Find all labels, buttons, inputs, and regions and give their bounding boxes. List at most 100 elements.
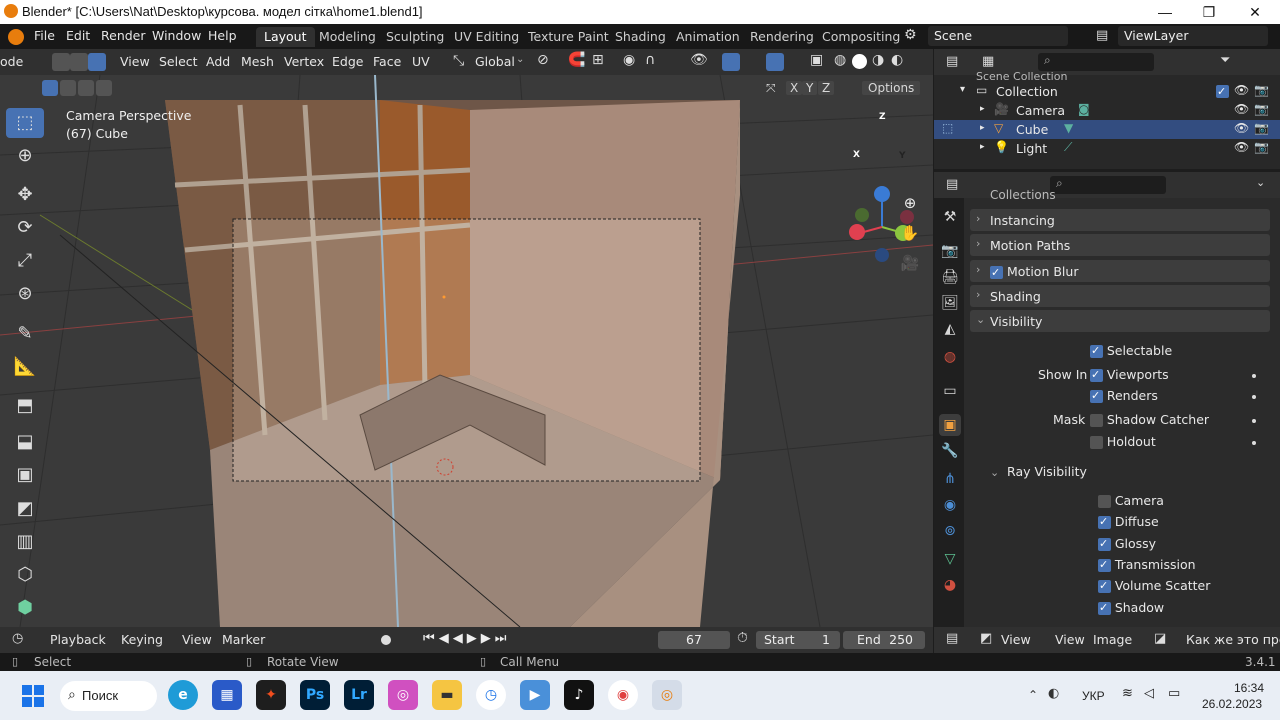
menu-view[interactable]: View xyxy=(120,54,150,69)
motion-blur-checkbox[interactable] xyxy=(990,266,1003,279)
image-view-dropdown[interactable]: View xyxy=(1001,632,1031,647)
render-tab-icon[interactable]: 📷 xyxy=(939,240,961,262)
tiktok-icon[interactable]: ♪ xyxy=(564,680,594,710)
photoshop-icon[interactable]: Ps xyxy=(300,680,330,710)
render-camera-icon[interactable]: 📷 xyxy=(1254,140,1269,154)
inset-tool[interactable]: ▣ xyxy=(6,460,44,490)
tool-tab-icon[interactable]: ⚒ xyxy=(939,206,961,228)
chrome-icon[interactable]: ◉ xyxy=(608,680,638,710)
volume-icon[interactable]: ◁ xyxy=(1144,686,1154,701)
collections-panel-label[interactable]: Collections xyxy=(990,188,1056,202)
shadow-catcher-row[interactable]: Shadow Catcher xyxy=(1090,412,1209,427)
menu-mesh[interactable]: Mesh xyxy=(241,54,274,69)
ray-visibility-subpanel[interactable]: ⌄ Ray Visibility xyxy=(990,464,1087,479)
move-tool[interactable]: ✥ xyxy=(6,180,44,210)
ray-glossy-checkbox[interactable] xyxy=(1098,538,1111,551)
viewlayer-icon[interactable]: ▤ xyxy=(1096,28,1108,43)
image-name-field[interactable]: Как же это прек xyxy=(1186,632,1280,647)
tab-sculpting[interactable]: Sculpting xyxy=(378,27,452,47)
ray-volume-scatter-checkbox[interactable] xyxy=(1098,580,1111,593)
eye-icon[interactable]: 👁 xyxy=(1234,140,1249,154)
world-tab-icon[interactable]: ◍ xyxy=(939,346,961,368)
viewlayer-selector[interactable]: ViewLayer xyxy=(1118,26,1268,46)
select-new-icon[interactable] xyxy=(42,80,58,96)
panel-motion-paths[interactable]: › Motion Paths xyxy=(970,234,1270,256)
windows-start-icon[interactable] xyxy=(22,685,44,707)
collapse-icon[interactable]: ▾ xyxy=(960,84,965,95)
input-language-indicator[interactable]: УКР xyxy=(1082,689,1105,703)
minimize-button[interactable]: — xyxy=(1142,0,1188,24)
data-tab-icon[interactable]: ▽ xyxy=(939,548,961,570)
menu-marker[interactable]: Marker xyxy=(222,632,265,647)
select-box-tool[interactable]: ⬚ xyxy=(6,108,44,138)
particles-tab-icon[interactable]: ⋔ xyxy=(939,468,961,490)
eye-icon[interactable]: 👁 xyxy=(1234,102,1249,116)
start-frame-field[interactable]: Start 1 xyxy=(756,631,840,649)
material-tab-icon[interactable]: ◕ xyxy=(939,574,961,596)
menu-select[interactable]: Select xyxy=(159,54,198,69)
menu-add[interactable]: Add xyxy=(206,54,230,69)
tab-uv-editing[interactable]: UV Editing xyxy=(446,27,527,47)
outliner-row-collection[interactable]: ▾ ▭ Collection 👁 📷 xyxy=(934,82,1280,101)
rotate-tool[interactable]: ⟳ xyxy=(6,213,44,243)
scene-tab-icon[interactable]: ◭ xyxy=(939,318,961,340)
rendered-shading-icon[interactable]: ◐ xyxy=(891,52,903,68)
physics-tab-icon[interactable]: ◉ xyxy=(939,494,961,516)
edit-mode-icon[interactable]: ⬚ xyxy=(942,121,953,135)
edge-select-icon[interactable] xyxy=(70,53,88,71)
lightroom-icon[interactable]: Lr xyxy=(344,680,374,710)
visibility-icon[interactable]: 👁 xyxy=(690,52,708,68)
ray-shadow-checkbox[interactable] xyxy=(1098,602,1111,615)
holdout-checkbox[interactable] xyxy=(1090,436,1103,449)
ray-diffuse-row[interactable]: Diffuse xyxy=(1098,514,1159,529)
chevron-down-icon[interactable]: ⌄ xyxy=(1256,176,1265,189)
properties-editor-icon[interactable]: ▤ xyxy=(946,177,958,192)
mode-selector[interactable]: ode xyxy=(0,54,23,69)
outliner-search-input[interactable]: ⌕ xyxy=(1038,53,1154,71)
overlay-toggle-icon[interactable] xyxy=(766,53,784,71)
selectable-checkbox[interactable] xyxy=(1090,345,1103,358)
cursor-tool[interactable]: ⊕ xyxy=(6,141,44,171)
renders-checkbox[interactable] xyxy=(1090,390,1103,403)
keyframe-dot[interactable] xyxy=(1252,441,1256,445)
tab-rendering[interactable]: Rendering xyxy=(742,27,822,47)
menu-image-view[interactable]: View xyxy=(1055,632,1085,647)
outliner-row-camera[interactable]: ▸ 🎥 Camera ◙ 👁 📷 xyxy=(934,101,1280,120)
ray-camera-checkbox[interactable] xyxy=(1098,495,1111,508)
edge-browser-icon[interactable]: e xyxy=(168,680,198,710)
filter-icon[interactable]: ⏷ xyxy=(1220,53,1230,68)
lock-z-button[interactable]: Z xyxy=(818,81,835,95)
expand-icon[interactable]: ▸ xyxy=(980,123,985,133)
tab-shading[interactable]: Shading xyxy=(607,27,674,47)
end-frame-field[interactable]: End 250 xyxy=(843,631,925,649)
scale-tool[interactable]: ⤢ xyxy=(6,246,44,276)
extrude-tool[interactable]: ⬓ xyxy=(6,427,44,457)
render-camera-icon[interactable]: 📷 xyxy=(1254,83,1269,97)
editor-type-icon[interactable]: ▤ xyxy=(946,631,958,646)
eye-icon[interactable]: 👁 xyxy=(1234,121,1249,135)
constraints-tab-icon[interactable]: ⊚ xyxy=(939,520,961,542)
figma-icon[interactable]: ✦ xyxy=(256,680,286,710)
blender-menu-icon[interactable] xyxy=(8,29,24,45)
file-explorer-icon[interactable]: ▬ xyxy=(432,680,462,710)
selectable-row[interactable]: Selectable xyxy=(1090,343,1172,358)
media-player-icon[interactable]: ▶ xyxy=(520,680,550,710)
gizmo-y-label[interactable]: Y xyxy=(899,151,906,161)
clock-date[interactable]: 26.02.2023 xyxy=(1202,697,1262,711)
menu-file[interactable]: File xyxy=(34,28,55,43)
wireframe-shading-icon[interactable]: ◍ xyxy=(834,52,846,68)
view-layer-tab-icon[interactable]: 🖼 xyxy=(939,292,961,314)
tab-texture-paint[interactable]: Texture Paint xyxy=(520,27,617,47)
store-icon[interactable]: ▦ xyxy=(212,680,242,710)
menu-edit[interactable]: Edit xyxy=(66,28,90,43)
keyframe-dot[interactable] xyxy=(1252,419,1256,423)
gizmo-toggle-icon[interactable] xyxy=(722,53,740,71)
tray-chevron-icon[interactable]: ⌃ xyxy=(1028,688,1038,702)
menu-help[interactable]: Help xyxy=(208,28,237,43)
menu-keying[interactable]: Keying xyxy=(121,632,163,647)
transform-icon[interactable]: ⤧ xyxy=(766,81,776,96)
expand-icon[interactable]: ▸ xyxy=(980,142,985,152)
lock-x-button[interactable]: X xyxy=(786,81,803,95)
collection-checkbox[interactable] xyxy=(1216,85,1229,98)
add-cube-tool[interactable]: ⬒ xyxy=(6,391,44,421)
